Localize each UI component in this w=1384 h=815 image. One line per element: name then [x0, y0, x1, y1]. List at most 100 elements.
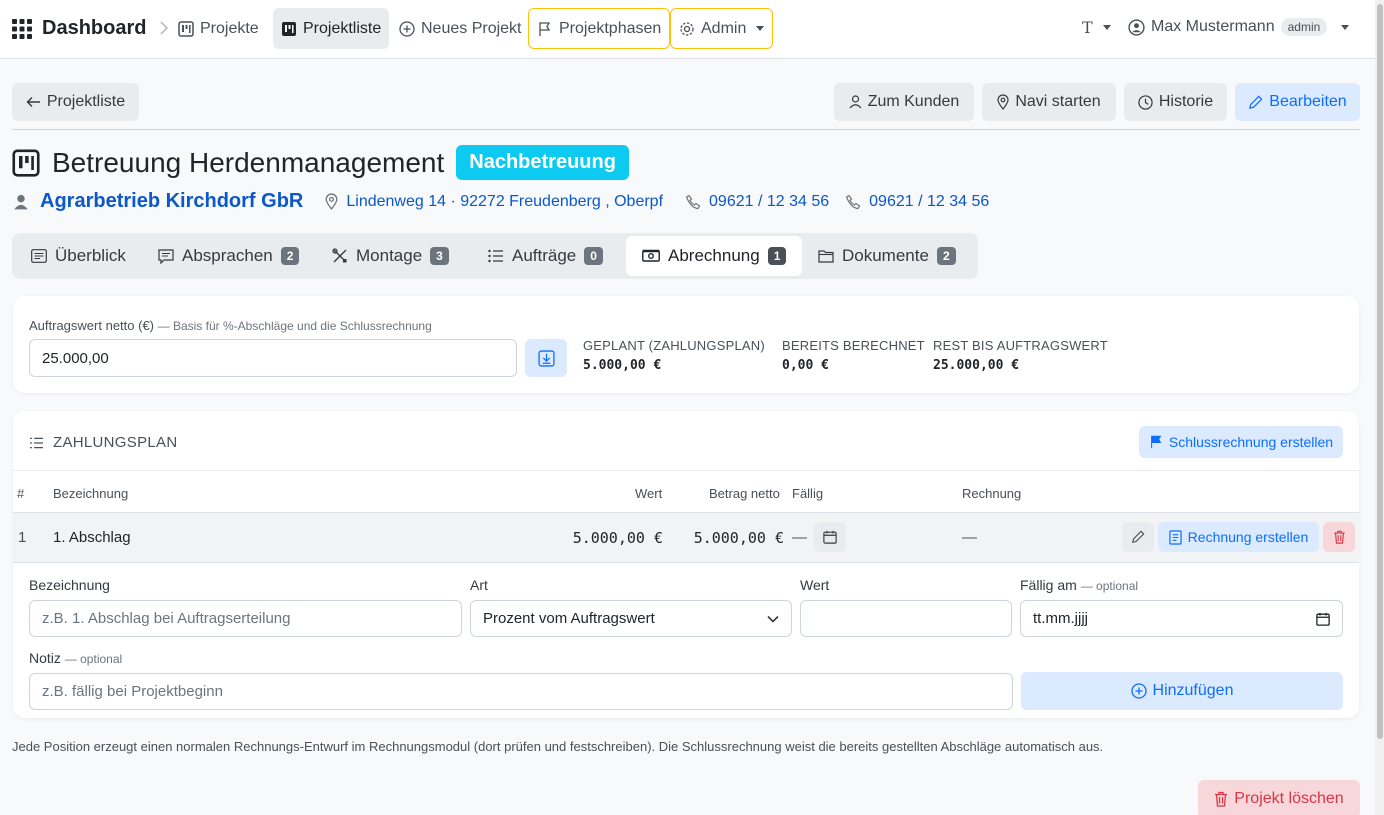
payment-plan-title: ZAHLUNGSPLAN	[53, 434, 178, 451]
tab-count-badge: 2	[936, 247, 956, 265]
customer-link[interactable]: Agrarbetrieb Kirchdorf GbR	[40, 190, 303, 213]
nav-projektliste[interactable]: Projektliste	[273, 8, 390, 49]
to-customer-button[interactable]: Zum Kunden	[834, 83, 974, 121]
user-name: Max Mustermann	[1151, 18, 1275, 35]
value-field-label: Wert	[800, 577, 830, 593]
add-position-button[interactable]: Hinzufügen	[1021, 672, 1343, 710]
card-text-icon	[31, 249, 47, 263]
nav-projektphasen-label: Projektphasen	[559, 19, 662, 37]
col-header-invoice: Rechnung	[962, 486, 1022, 501]
tab-auftraege[interactable]: Aufträge 0	[472, 236, 619, 276]
edit-row-button[interactable]	[1122, 522, 1154, 552]
col-header-name: Bezeichnung	[53, 486, 129, 501]
user-menu-dropdown[interactable]: Max Mustermann admin	[1128, 18, 1350, 36]
list-ol-icon	[30, 437, 43, 448]
delete-project-label: Projekt löschen	[1234, 790, 1344, 807]
caret-down-icon	[1341, 24, 1350, 30]
apply-order-value-button[interactable]	[525, 339, 567, 377]
type-select[interactable]: Prozent vom Auftragswert	[470, 600, 792, 637]
brand-title: Dashboard	[42, 17, 147, 39]
due-date-input[interactable]: tt.mm.jjjj	[1020, 600, 1343, 637]
kanban-icon	[282, 21, 296, 36]
note-label-text: Notiz	[29, 650, 61, 666]
top-navbar: Dashboard Projekte Projektliste Neues Pr…	[0, 0, 1384, 59]
nav-projektphasen[interactable]: Projektphasen	[528, 8, 671, 49]
nav-projektliste-label: Projektliste	[303, 19, 382, 37]
delete-project-button[interactable]: Projekt löschen	[1198, 780, 1360, 815]
tab-count-badge: 0	[584, 247, 603, 265]
phone-icon	[685, 194, 701, 209]
name-field-label: Bezeichnung	[29, 577, 110, 593]
rest-stat: REST BIS AUFTRAGSWERT 25.000,00 €	[933, 338, 1108, 373]
tab-label: Montage	[356, 246, 423, 265]
phone-link-2[interactable]: 09621 / 12 34 56	[845, 193, 989, 211]
address-link[interactable]: Lindenweg 14 · 92272 Freudenberg , Oberp…	[325, 193, 663, 211]
add-button-label: Hinzufügen	[1152, 682, 1234, 699]
nav-projekte[interactable]: Projekte	[170, 8, 267, 49]
folder-icon	[818, 250, 834, 263]
receipt-icon	[1168, 529, 1182, 545]
order-value-input[interactable]: 25.000,00	[29, 339, 517, 377]
note-field-label: Notiz — optional	[29, 650, 122, 666]
nav-neues-projekt-label: Neues Projekt	[421, 19, 522, 37]
gear-icon	[680, 21, 694, 36]
back-to-list-button[interactable]: Projektliste	[12, 83, 139, 121]
billed-stat: BEREITS BERECHNET 0,00 €	[782, 338, 925, 373]
set-due-date-button[interactable]	[814, 522, 846, 552]
tab-label: Absprachen	[182, 246, 273, 265]
pencil-icon	[1249, 95, 1263, 109]
navigate-button[interactable]: Navi starten	[982, 83, 1116, 121]
edit-button[interactable]: Bearbeiten	[1235, 83, 1360, 121]
planned-label: GEPLANT (ZAHLUNGSPLAN)	[583, 338, 765, 353]
note-input[interactable]: z.B. fällig bei Projektbeginn	[29, 673, 1013, 710]
delete-row-button[interactable]	[1323, 522, 1355, 552]
tab-absprachen[interactable]: Absprachen 2	[142, 236, 315, 276]
order-value-label-text: Auftragswert netto (€)	[29, 318, 154, 333]
history-button[interactable]: Historie	[1124, 83, 1227, 121]
type-select-value: Prozent vom Auftragswert	[483, 610, 655, 627]
row-value: 5.000,00 €	[572, 529, 663, 547]
phone-text-1: 09621 / 12 34 56	[709, 192, 830, 210]
tab-montage[interactable]: Montage 3	[316, 236, 465, 276]
row-invoice: —	[962, 529, 977, 546]
kanban-icon	[12, 148, 40, 177]
row-name: 1. Abschlag	[53, 529, 131, 546]
font-switch-dropdown[interactable]: T	[1082, 18, 1111, 37]
tab-abrechnung[interactable]: Abrechnung 1	[626, 236, 803, 276]
map-pin-icon	[997, 94, 1009, 110]
plus-circle-icon	[1130, 683, 1147, 699]
create-invoice-button[interactable]: Rechnung erstellen	[1158, 522, 1319, 552]
tab-dokumente[interactable]: Dokumente 2	[802, 236, 972, 276]
chevron-right-icon	[160, 21, 168, 35]
tools-icon	[332, 248, 347, 263]
brand[interactable]: Dashboard	[12, 17, 146, 40]
tab-ueberblick[interactable]: Überblick	[15, 236, 142, 276]
phone-link-1[interactable]: 09621 / 12 34 56	[685, 193, 829, 211]
map-pin-icon	[325, 193, 338, 210]
value-input[interactable]	[800, 600, 1012, 637]
address-text: Lindenweg 14 · 92272 Freudenberg , Oberp…	[346, 192, 664, 210]
row-amount: 5.000,00 €	[693, 529, 784, 547]
trash-icon	[1215, 791, 1228, 807]
arrow-left-icon	[26, 97, 40, 107]
divider	[13, 470, 1359, 471]
nav-neues-projekt[interactable]: Neues Projekt	[391, 8, 530, 49]
final-invoice-button[interactable]: Schlussrechnung erstellen	[1139, 426, 1343, 458]
project-header: Betreuung Herdenmanagement Nachbetreuung	[12, 145, 629, 180]
caret-down-icon	[1102, 25, 1111, 30]
user-role-badge: admin	[1280, 18, 1328, 36]
chevron-down-icon	[767, 615, 779, 623]
user-circle-icon	[1128, 18, 1145, 36]
nav-admin-dropdown[interactable]: Admin	[670, 8, 774, 49]
history-label: Historie	[1158, 93, 1214, 110]
col-header-amount: Betrag netto	[709, 486, 780, 501]
page-scrollbar[interactable]	[1375, 0, 1384, 815]
due-date-placeholder: tt.mm.jjjj	[1033, 610, 1088, 627]
name-input[interactable]: z.B. 1. Abschlag bei Auftragserteilung	[29, 600, 462, 637]
order-value-label: Auftragswert netto (€) — Basis für %-Abs…	[29, 318, 432, 333]
tab-count-badge: 3	[430, 247, 449, 265]
col-header-due: Fällig	[792, 486, 824, 501]
scrollbar-thumb[interactable]	[1377, 4, 1383, 739]
rest-value: 25.000,00 €	[933, 358, 1020, 373]
trash-icon	[1333, 530, 1345, 544]
